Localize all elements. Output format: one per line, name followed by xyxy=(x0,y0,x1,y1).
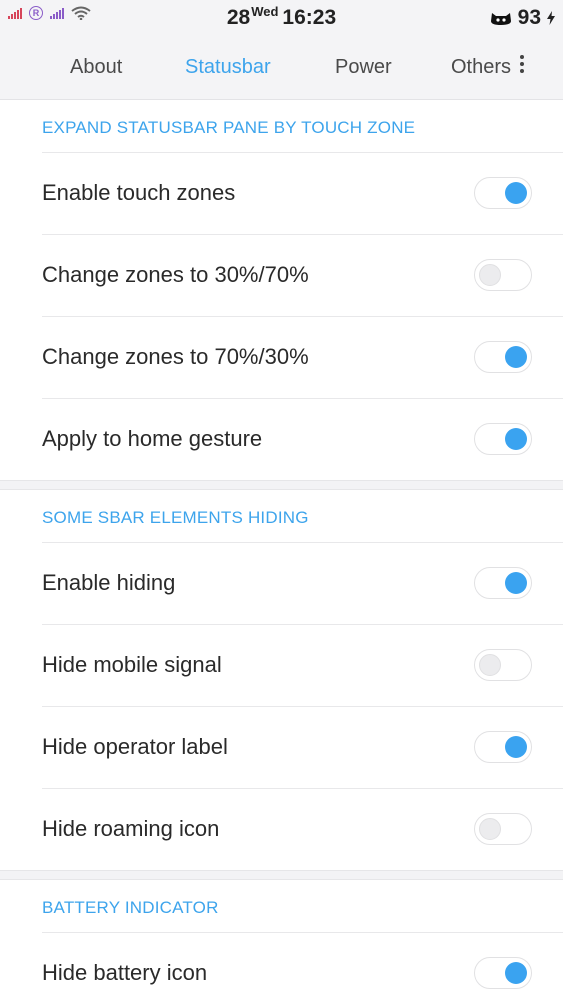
tab-others[interactable]: Others xyxy=(451,56,511,79)
setting-row-hide-battery-icon[interactable]: Hide battery icon xyxy=(0,932,563,1000)
section-title-battery-indicator: BATTERY INDICATOR xyxy=(42,898,219,917)
cat-icon xyxy=(490,13,511,25)
toggle-knob xyxy=(505,962,527,984)
toggle-knob xyxy=(505,736,527,758)
row-divider xyxy=(42,706,563,707)
setting-row-home-gesture[interactable]: Apply to home gesture xyxy=(0,398,563,480)
setting-label: Hide mobile signal xyxy=(42,652,222,677)
setting-row-zones-30-70[interactable]: Change zones to 30%/70% xyxy=(0,234,563,316)
tab-about[interactable]: About xyxy=(70,56,122,79)
tab-bar: About Statusbar Power Others xyxy=(0,36,563,100)
hide-battery-icon-toggle[interactable] xyxy=(474,957,532,989)
setting-row-enable-touch-zones[interactable]: Enable touch zones xyxy=(0,152,563,234)
tab-power[interactable]: Power xyxy=(335,56,392,79)
hide-operator-label-toggle[interactable] xyxy=(474,731,532,763)
setting-label: Change zones to 30%/70% xyxy=(42,262,309,287)
row-divider xyxy=(42,788,563,789)
setting-row-zones-70-30[interactable]: Change zones to 70%/30% xyxy=(0,316,563,398)
section-separator xyxy=(0,870,563,880)
row-divider xyxy=(42,624,563,625)
setting-label: Enable hiding xyxy=(42,570,176,595)
enable-touch-zones-toggle[interactable] xyxy=(474,177,532,209)
toggle-knob xyxy=(505,572,527,594)
toggle-knob xyxy=(479,654,501,676)
toggle-knob xyxy=(505,428,527,450)
section-title-sbar-hiding: SOME SBAR ELEMENTS HIDING xyxy=(42,508,309,527)
home-gesture-toggle[interactable] xyxy=(474,423,532,455)
setting-label: Hide battery icon xyxy=(42,960,208,985)
system-status-bar: R 28Wed 16:23 93 xyxy=(0,0,563,36)
toggle-knob xyxy=(479,818,501,840)
setting-row-enable-hiding[interactable]: Enable hiding xyxy=(0,542,563,624)
toggle-knob xyxy=(505,182,527,204)
status-date: 28 xyxy=(226,6,251,29)
setting-label: Hide roaming icon xyxy=(42,816,220,841)
row-divider xyxy=(42,316,563,317)
status-right-icons: 93 xyxy=(490,6,555,30)
setting-row-hide-mobile-signal[interactable]: Hide mobile signal xyxy=(0,624,563,706)
setting-label: Apply to home gesture xyxy=(42,426,263,451)
hide-mobile-signal-toggle[interactable] xyxy=(474,649,532,681)
setting-label: Enable touch zones xyxy=(42,180,236,205)
status-weekday: Wed xyxy=(251,4,279,19)
section-title-touch-zone: EXPAND STATUSBAR PANE BY TOUCH ZONE xyxy=(42,118,416,137)
tab-statusbar[interactable]: Statusbar xyxy=(185,56,271,79)
section-separator xyxy=(0,480,563,490)
row-divider xyxy=(42,398,563,399)
setting-row-hide-operator-label[interactable]: Hide operator label xyxy=(0,706,563,788)
enable-hiding-toggle[interactable] xyxy=(474,567,532,599)
row-divider xyxy=(42,234,563,235)
toggle-knob xyxy=(479,264,501,286)
hide-roaming-icon-toggle[interactable] xyxy=(474,813,532,845)
battery-level: 93 xyxy=(517,6,541,29)
zones-30-70-toggle[interactable] xyxy=(474,259,532,291)
setting-row-hide-roaming-icon[interactable]: Hide roaming icon xyxy=(0,788,563,870)
row-divider xyxy=(42,542,563,543)
toggle-knob xyxy=(505,346,527,368)
status-clock: 28Wed 16:23 xyxy=(0,4,563,30)
zones-70-30-toggle[interactable] xyxy=(474,341,532,373)
status-time: 16:23 xyxy=(282,6,337,29)
row-divider xyxy=(42,932,563,933)
charging-bolt-icon xyxy=(547,11,555,25)
row-divider xyxy=(42,152,563,153)
more-options-icon[interactable] xyxy=(519,55,525,77)
setting-label: Change zones to 70%/30% xyxy=(42,344,309,369)
setting-label: Hide operator label xyxy=(42,734,228,759)
